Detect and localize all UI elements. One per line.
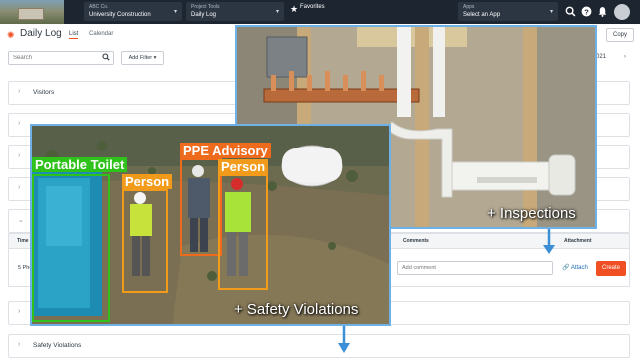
detection-box-portable-toilet (32, 174, 110, 322)
chevron-down-icon: ▾ (549, 9, 553, 15)
project-tools-value: Daily Log (191, 11, 217, 18)
attach-link[interactable]: 🔗 Attach (562, 264, 588, 271)
apps-selector-label: Apps (463, 4, 475, 10)
detection-box-ppe-advisory (180, 158, 222, 256)
daily-log-gear-icon: ✺ (7, 30, 15, 40)
search-icon[interactable] (102, 53, 110, 61)
section-safety-violations[interactable]: › Safety Violations (8, 334, 630, 358)
apps-selector[interactable]: Apps Select an App ▾ (458, 2, 558, 21)
detection-label-portable-toilet: Portable Toilet (32, 157, 128, 172)
detection-label-person: Person (122, 174, 173, 189)
chevron-down-icon: ▾ (173, 9, 177, 15)
star-icon[interactable]: ★ (290, 5, 298, 14)
arrow-down-icon (543, 229, 555, 254)
paperclip-icon: 🔗 (562, 265, 570, 271)
section-title: Visitors (33, 89, 55, 96)
chevron-right-icon: › (18, 308, 21, 315)
top-navigation-bar: ABC Co. University Construction ▾ Projec… (0, 0, 640, 24)
safety-violations-caption: + Safety Violations (234, 301, 359, 318)
company-selector-value: University Construction (89, 11, 151, 18)
search-input[interactable] (8, 51, 114, 65)
project-tools-selector[interactable]: Project Tools Daily Log ▾ (186, 2, 284, 21)
detection-label-ppe-advisory: PPE Advisory (180, 143, 271, 158)
chevron-right-icon: › (18, 88, 21, 95)
create-button[interactable]: Create (596, 261, 626, 276)
copy-button[interactable]: Copy (606, 28, 634, 42)
tab-calendar[interactable]: Calendar (89, 31, 113, 37)
company-selector-label: ABC Co. (89, 4, 109, 10)
arrow-down-icon (338, 326, 350, 353)
help-icon[interactable]: ? (581, 6, 592, 17)
add-comment-input[interactable] (397, 261, 553, 275)
add-filter-label: Add Filter (128, 55, 153, 61)
column-header-attachment: Attachment (564, 238, 592, 244)
attach-label: Attach (570, 265, 588, 271)
chevron-right-icon: › (18, 152, 21, 159)
svg-text:?: ? (584, 7, 589, 16)
safety-photo-overlay: Portable Toilet Person PPE Advisory Pers… (30, 124, 391, 326)
chevron-right-icon: › (18, 341, 21, 348)
project-tools-label: Project Tools (191, 4, 220, 10)
detection-label-person: Person (218, 159, 269, 174)
inspections-caption: + Inspections (487, 205, 576, 222)
bell-icon[interactable] (597, 6, 608, 17)
company-selector[interactable]: ABC Co. University Construction ▾ (84, 2, 182, 21)
avatar[interactable] (614, 4, 630, 20)
add-filter-button[interactable]: Add Filter ▾ (121, 51, 164, 65)
column-header-time: Time (17, 238, 29, 244)
project-thumbnail[interactable] (0, 0, 64, 24)
chevron-right-icon[interactable]: › (624, 54, 626, 60)
page-title: Daily Log (20, 28, 62, 39)
apps-selector-value: Select an App (463, 11, 501, 18)
chevron-down-icon: ▾ (275, 9, 279, 15)
chevron-down-icon: ⌄ (18, 217, 24, 224)
detection-box-person (122, 189, 168, 293)
daily-log-page: { "topbar": { "company_label": "ABC Co."… (0, 0, 640, 360)
column-header-comments: Comments (403, 238, 429, 244)
detection-box-person (218, 174, 268, 290)
tab-list[interactable]: List (69, 31, 79, 39)
favorites-label[interactable]: Favorites (300, 4, 325, 10)
search-icon[interactable] (565, 6, 576, 17)
chevron-right-icon: › (18, 184, 21, 191)
chevron-right-icon: › (18, 120, 21, 127)
section-title: Safety Violations (33, 342, 82, 349)
